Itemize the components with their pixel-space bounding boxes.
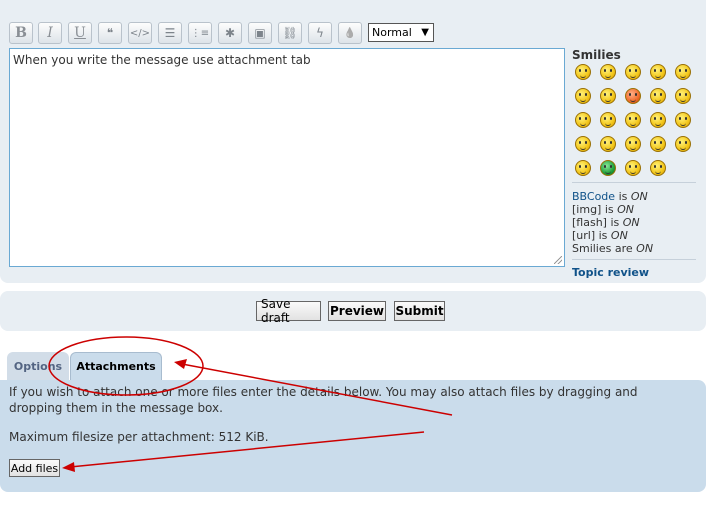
attachments-intro-line1: If you wish to attach one or more files … (9, 385, 638, 399)
bbcode-state: ON (630, 190, 648, 203)
smilies-status: Smilies are ON (572, 242, 653, 255)
smiley-icon[interactable] (600, 112, 616, 128)
chevron-down-icon: ▼ (421, 27, 429, 38)
smiley-icon[interactable] (650, 136, 666, 152)
smiley-icon[interactable] (600, 160, 616, 176)
smiley-icon[interactable] (650, 64, 666, 80)
italic-button[interactable]: I (38, 22, 62, 44)
list-item-button[interactable]: ✱ (218, 22, 242, 44)
color-button[interactable]: 💧 (338, 22, 362, 44)
img-status: [img] is ON (572, 203, 634, 216)
smiley-icon[interactable] (600, 136, 616, 152)
code-icon: </> (129, 27, 151, 39)
smiley-icon[interactable] (675, 88, 691, 104)
url-button[interactable]: ⛓ (278, 22, 302, 44)
bold-button[interactable]: B (9, 22, 33, 44)
smiley-icon[interactable] (650, 112, 666, 128)
url-status-state: ON (610, 229, 628, 242)
font-size-select[interactable]: Normal ▼ (368, 23, 434, 42)
asterisk-icon: ✱ (224, 26, 236, 40)
smilies-status-label: Smilies are (572, 242, 633, 255)
list-icon: ☰ (164, 26, 176, 40)
smiley-icon[interactable] (575, 136, 591, 152)
ordered-list-button[interactable]: ⋮≡ (188, 22, 212, 44)
smiley-icon[interactable] (575, 64, 591, 80)
smilies-title: Smilies (572, 48, 621, 62)
max-filesize-text: Maximum filesize per attachment: 512 KiB… (9, 430, 269, 444)
tab-attachments[interactable]: Attachments (70, 352, 162, 380)
smiley-icon[interactable] (575, 112, 591, 128)
smiley-icon[interactable] (625, 160, 641, 176)
smiley-icon[interactable] (625, 112, 641, 128)
url-status: [url] is ON (572, 229, 628, 242)
attachments-intro-line2: dropping them in the message box. (9, 401, 223, 415)
message-textarea[interactable]: When you write the message use attachmen… (9, 48, 565, 267)
tab-options[interactable]: Options (7, 352, 69, 380)
quote-button[interactable]: ❝ (98, 22, 122, 44)
link-icon: ⛓ (282, 26, 298, 40)
smiley-icon[interactable] (625, 64, 641, 80)
preview-button[interactable]: Preview (328, 301, 386, 321)
flash-status-state: ON (622, 216, 640, 229)
bbcode-is: is (618, 190, 628, 203)
image-icon: ▣ (254, 26, 266, 40)
smiley-icon[interactable] (575, 88, 591, 104)
smiley-icon[interactable] (675, 136, 691, 152)
url-status-label: [url] is (572, 229, 608, 242)
flash-icon: ϟ (316, 26, 324, 40)
smiley-icon[interactable] (600, 88, 616, 104)
droplet-icon: 💧 (343, 27, 357, 39)
img-status-state: ON (617, 203, 635, 216)
flash-status-label: [flash] is (572, 216, 620, 229)
message-text: When you write the message use attachmen… (13, 53, 311, 67)
ordered-list-icon: ⋮≡ (190, 27, 210, 39)
smiley-icon[interactable] (650, 160, 666, 176)
smilies-status-state: ON (636, 242, 654, 255)
resize-handle-icon[interactable] (554, 256, 562, 264)
smiley-icon[interactable] (650, 88, 666, 104)
flash-button[interactable]: ϟ (308, 22, 332, 44)
code-button[interactable]: </> (128, 22, 152, 44)
smiley-icon[interactable] (675, 112, 691, 128)
font-size-value: Normal (372, 26, 412, 39)
smiley-icon[interactable] (625, 88, 641, 104)
bbcode-status: BBCode is ON (572, 190, 648, 203)
divider (572, 259, 696, 260)
divider (572, 182, 696, 183)
list-button[interactable]: ☰ (158, 22, 182, 44)
smiley-icon[interactable] (575, 160, 591, 176)
save-draft-button[interactable]: Save draft (256, 297, 321, 325)
quote-icon: ❝ (106, 26, 114, 40)
img-status-label: [img] is (572, 203, 614, 216)
submit-button[interactable]: Submit (394, 301, 445, 321)
flash-status: [flash] is ON (572, 216, 640, 229)
smiley-icon[interactable] (625, 136, 641, 152)
arrowhead-icon (174, 359, 187, 369)
smiley-icon[interactable] (675, 64, 691, 80)
topic-review-link[interactable]: Topic review (572, 266, 649, 279)
image-button[interactable]: ▣ (248, 22, 272, 44)
add-files-button[interactable]: Add files (9, 459, 60, 477)
underline-button[interactable]: U (68, 22, 92, 44)
smiley-icon[interactable] (600, 64, 616, 80)
bbcode-link[interactable]: BBCode (572, 190, 615, 203)
